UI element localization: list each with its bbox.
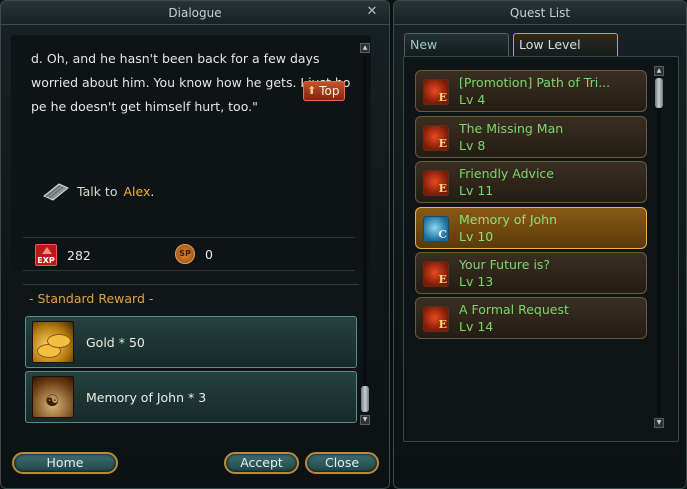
reward-stats: EXP 282 SP 0 (23, 237, 355, 271)
scroll-track[interactable] (657, 78, 661, 416)
npc-name-link[interactable]: Alex. (123, 184, 154, 199)
scroll-up-icon[interactable]: ▲ (654, 66, 664, 76)
quest-item[interactable]: A Formal Request Lv 14 (415, 297, 647, 339)
arrow-up-icon: ⬆ (307, 84, 317, 97)
scroll-thumb[interactable] (361, 386, 369, 412)
dialogue-text-area: d. Oh, and he hasn't been back for a few… (11, 35, 371, 271)
dialogue-scrollbar[interactable]: ▲ ▼ (360, 43, 370, 425)
quest-name: [Promotion] Path of Tri... (459, 75, 611, 90)
tab-new[interactable]: New (404, 33, 509, 56)
epic-quest-icon (423, 306, 449, 332)
scroll-down-icon[interactable]: ▼ (654, 418, 664, 428)
divider (23, 284, 359, 285)
close-icon[interactable]: ✕ (365, 5, 379, 19)
quest-name: Memory of John (459, 212, 558, 227)
tab-low-level[interactable]: Low Level (513, 33, 618, 56)
home-button[interactable]: Home (12, 452, 118, 474)
exp-icon: EXP (35, 244, 57, 266)
dialogue-window: Dialogue ✕ d. Oh, and he hasn't been bac… (0, 0, 390, 489)
quest-name: The Missing Man (459, 121, 564, 136)
reward-item-gold[interactable]: Gold * 50 (25, 316, 357, 368)
quest-name: A Formal Request (459, 302, 569, 317)
quest-level: Lv 11 (459, 183, 494, 198)
objective-prefix: Talk to (77, 183, 118, 199)
quest-list-scrollbar[interactable]: ▲ ▼ (654, 66, 664, 428)
objective-row: Talk to Alex. (41, 180, 154, 202)
reward-label: Gold * 50 (86, 334, 145, 350)
quest-name: Friendly Advice (459, 166, 554, 181)
quest-list: [Promotion] Path of Tri... Lv 4 The Miss… (403, 56, 679, 442)
quest-level: Lv 10 (459, 229, 494, 244)
epic-quest-icon (423, 261, 449, 287)
sp-stat: SP 0 (175, 244, 213, 264)
quest-level: Lv 13 (459, 274, 494, 289)
quest-list-title: Quest List (394, 1, 686, 25)
sp-icon: SP (175, 244, 195, 264)
quest-item[interactable]: [Promotion] Path of Tri... Lv 4 (415, 70, 647, 112)
close-button[interactable]: Close (305, 452, 379, 474)
reward-item-memory-of-john[interactable]: Memory of John * 3 (25, 371, 357, 423)
pouch-icon (32, 376, 74, 418)
epic-quest-icon (423, 125, 449, 151)
dialogue-line: d. Oh, and he hasn't been back for a few… (31, 51, 320, 66)
quest-level: Lv 14 (459, 319, 494, 334)
scroll-top-button[interactable]: ⬆ Top (303, 81, 346, 101)
quest-name: Your Future is? (459, 257, 551, 272)
scroll-up-icon[interactable]: ▲ (360, 43, 370, 53)
gold-coins-icon (32, 321, 74, 363)
scroll-track[interactable] (363, 55, 367, 413)
dialogue-title: Dialogue (1, 1, 389, 25)
quest-item[interactable]: Your Future is? Lv 13 (415, 252, 647, 294)
accept-button[interactable]: Accept (224, 452, 299, 474)
epic-quest-icon (423, 79, 449, 105)
quest-level: Lv 8 (459, 138, 486, 153)
scroll-icon (43, 183, 69, 201)
scroll-down-icon[interactable]: ▼ (360, 415, 370, 425)
scroll-thumb[interactable] (655, 78, 663, 108)
epic-quest-icon (423, 170, 449, 196)
quest-list-window: Quest List New Low Level [Promotion] Pat… (393, 0, 687, 489)
scroll-top-label: Top (319, 84, 340, 98)
reward-title: - Standard Reward - (29, 291, 154, 306)
quest-level: Lv 4 (459, 92, 486, 107)
quest-item-selected[interactable]: Memory of John Lv 10 (415, 207, 647, 249)
sp-value: 0 (205, 246, 213, 262)
continue-quest-icon (423, 216, 449, 242)
quest-item[interactable]: The Missing Man Lv 8 (415, 116, 647, 158)
exp-stat: EXP 282 (35, 244, 91, 266)
exp-value: 282 (67, 247, 91, 263)
quest-item[interactable]: Friendly Advice Lv 11 (415, 161, 647, 203)
reward-label: Memory of John * 3 (86, 389, 207, 405)
